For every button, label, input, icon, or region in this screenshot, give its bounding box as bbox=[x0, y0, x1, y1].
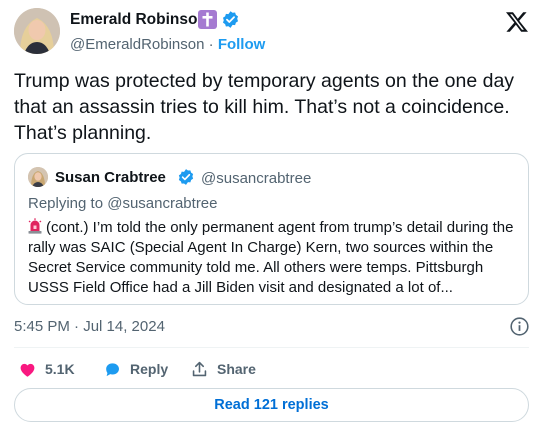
quoted-author-avatar-image bbox=[28, 167, 48, 187]
share-button[interactable]: Share bbox=[190, 358, 256, 380]
quoted-tweet-card[interactable]: Susan Crabtree @susancrabtree Replying t… bbox=[14, 153, 529, 305]
author-handle[interactable]: @EmeraldRobinson bbox=[70, 36, 204, 53]
tweet-text: Trump was protected by temporary agents … bbox=[14, 70, 515, 144]
latin-cross-icon bbox=[198, 10, 217, 29]
police-siren-icon bbox=[28, 218, 42, 234]
read-replies-button[interactable]: Read 121 replies bbox=[14, 388, 529, 422]
follow-button[interactable]: Follow bbox=[218, 36, 266, 53]
quoted-tweet-text: (cont.) I’m told the only permanent agen… bbox=[28, 219, 514, 296]
reply-label: Reply bbox=[130, 361, 169, 377]
verified-badge-icon bbox=[222, 11, 239, 28]
handle-separator: · bbox=[204, 36, 218, 53]
like-button[interactable]: 5.1K bbox=[18, 358, 75, 380]
x-logo-icon[interactable] bbox=[505, 10, 529, 34]
quoted-tweet-text-block: (cont.) I’m told the only permanent agen… bbox=[28, 218, 520, 298]
author-name[interactable]: Emerald Robinson bbox=[70, 11, 207, 29]
share-label: Share bbox=[217, 361, 256, 377]
reply-bubble-icon bbox=[106, 362, 119, 376]
tweet-timestamp[interactable]: 5:45 PM · Jul 14, 2024 bbox=[14, 318, 165, 335]
author-handle-line: @EmeraldRobinson · Follow bbox=[70, 36, 265, 53]
reply-button[interactable]: Reply bbox=[103, 358, 168, 380]
quoted-author-name[interactable]: Susan Crabtree bbox=[55, 169, 166, 186]
share-icon bbox=[192, 361, 207, 376]
author-avatar[interactable] bbox=[14, 8, 60, 54]
heart-icon bbox=[20, 363, 35, 377]
replying-to-label: Replying to @susancrabtree bbox=[28, 195, 218, 212]
info-icon[interactable] bbox=[509, 316, 530, 337]
verified-badge-icon bbox=[178, 169, 194, 185]
divider bbox=[14, 347, 529, 348]
author-avatar-image bbox=[14, 8, 60, 54]
quoted-author-avatar[interactable] bbox=[28, 167, 48, 187]
quoted-author-handle[interactable]: @susancrabtree bbox=[201, 170, 311, 187]
like-count: 5.1K bbox=[45, 361, 75, 377]
